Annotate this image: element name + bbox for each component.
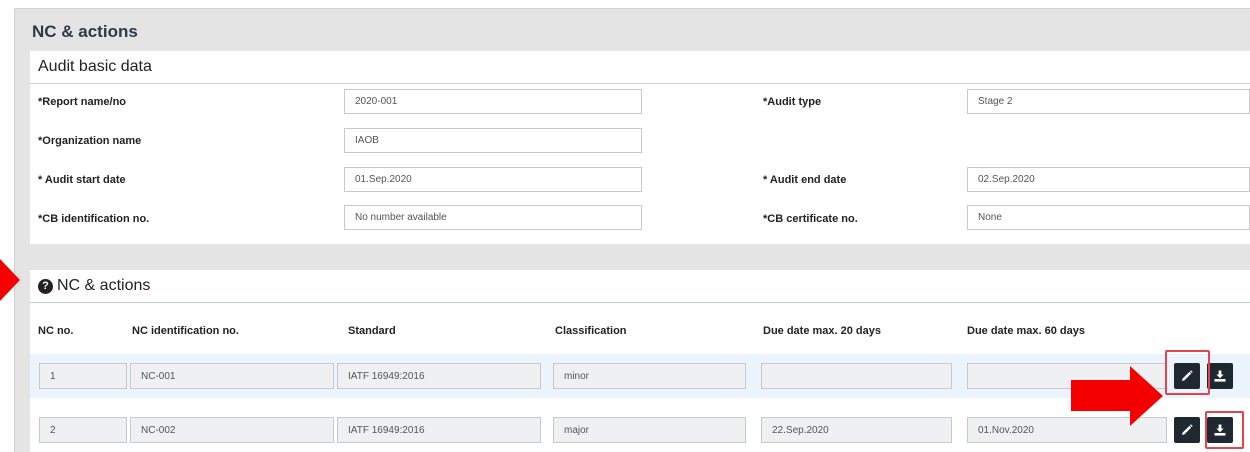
organization-name-field[interactable] [344,128,642,153]
audit-type-label: *Audit type [763,96,822,108]
panel-header: ? NC & actions [30,270,1250,303]
page-title: NC & actions [32,22,138,41]
cb-certificate-field[interactable] [967,205,1250,230]
question-circle-icon[interactable]: ? [38,279,53,294]
annotation-arrow-left [0,259,20,301]
classification-field[interactable] [553,417,746,443]
organization-name-label: *Organization name [38,135,142,147]
cb-identification-label: *CB identification no. [38,213,150,225]
panel-header: Audit basic data [30,51,1250,84]
edit-button[interactable] [1174,417,1200,443]
audit-end-date-label: * Audit end date [763,174,847,186]
nc-no-field[interactable] [39,417,127,443]
annotation-arrow-right [1071,366,1163,426]
column-header-due-20: Due date max. 20 days [763,325,882,337]
panel-title: NC & actions [57,277,151,294]
audit-start-date-label: * Audit start date [38,174,126,186]
classification-field[interactable] [553,363,746,389]
due-date-20-field[interactable] [761,417,952,443]
pencil-icon [1182,424,1193,435]
nc-no-field[interactable] [39,363,127,389]
audit-type-field[interactable] [967,89,1250,114]
standard-field[interactable] [337,417,541,443]
nc-identification-field[interactable] [130,417,334,443]
column-header-nc-no: NC no. [38,325,74,337]
report-name-label: *Report name/no [38,96,127,108]
cb-identification-field[interactable] [344,205,642,230]
nc-identification-field[interactable] [130,363,334,389]
highlight-box [1205,411,1244,449]
download-icon [1214,370,1226,382]
download-button[interactable] [1207,363,1233,389]
highlight-box [1165,350,1210,395]
audit-start-date-field[interactable] [344,167,642,192]
panel-title: Audit basic data [38,58,152,75]
audit-basic-data-panel: Audit basic data *Report name/no *Audit … [30,51,1250,244]
panel-title-wrap: ? NC & actions [38,277,150,295]
due-date-20-field[interactable] [761,363,952,389]
report-name-field[interactable] [344,89,642,114]
column-header-classification: Classification [555,325,627,337]
cb-certificate-label: *CB certificate no. [763,213,858,225]
audit-end-date-field[interactable] [967,167,1250,192]
standard-field[interactable] [337,363,541,389]
column-header-nc-identification: NC identification no. [132,325,239,337]
column-header-due-60: Due date max. 60 days [967,325,1086,337]
nc-actions-panel: ? NC & actions NC no. NC identification n… [30,270,1250,452]
column-header-standard: Standard [348,325,396,337]
